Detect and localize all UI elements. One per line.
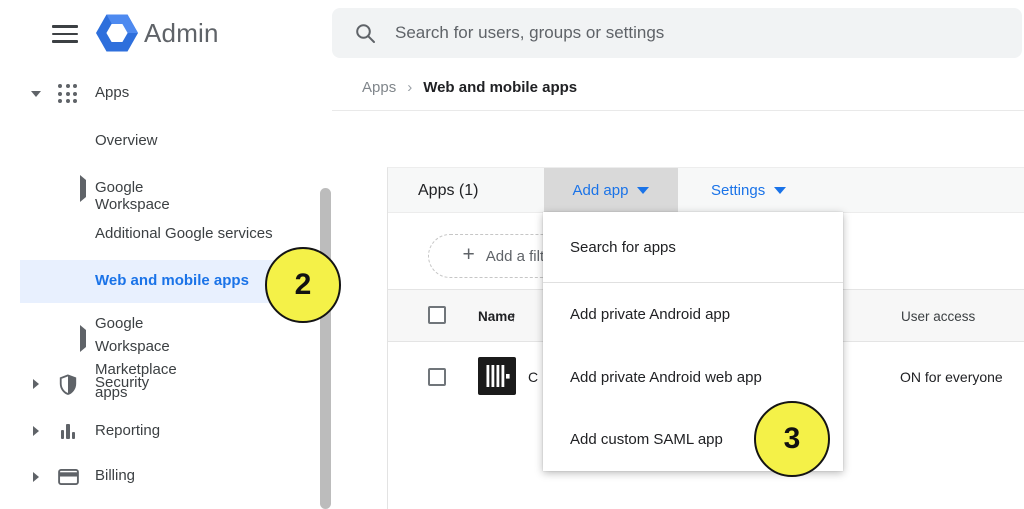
apps-grid-icon <box>56 84 80 104</box>
caret-right-icon[interactable] <box>30 426 42 436</box>
breadcrumb-current: Web and mobile apps <box>423 79 577 96</box>
menu-item-add-private-android-web-app[interactable]: Add private Android web app <box>543 346 843 409</box>
search-input[interactable] <box>395 23 955 43</box>
sidebar-item-additional-google-services[interactable]: Additional Google services <box>95 225 273 242</box>
apps-count-title: Apps (1) <box>418 168 478 213</box>
menu-item-add-private-android-app[interactable]: Add private Android app <box>543 283 843 346</box>
sidebar-item-overview[interactable]: Overview <box>95 132 158 149</box>
breadcrumb: Apps › Web and mobile apps <box>362 79 577 96</box>
global-search-bar[interactable] <box>332 8 1022 58</box>
user-access-value: ON for everyone <box>900 342 1003 412</box>
brand-name: Admin <box>144 18 219 49</box>
sidebar-item-label: Apps <box>95 84 129 101</box>
settings-label: Settings <box>711 182 765 199</box>
plus-icon: + <box>463 243 475 267</box>
admin-console-screen: Admin Apps Overview Google Workspace Add… <box>0 0 1024 509</box>
menu-item-search-for-apps[interactable]: Search for apps <box>543 212 843 283</box>
marketplace-label-line1: Google Workspace <box>95 315 170 355</box>
sidebar-scrollbar[interactable] <box>320 188 331 509</box>
breadcrumb-separator: › <box>407 79 412 96</box>
sort-ascending-icon[interactable]: ↑ <box>510 290 517 343</box>
caret-down-icon[interactable] <box>30 91 42 97</box>
caret-right-icon[interactable] <box>80 180 86 197</box>
caret-right-icon[interactable] <box>80 330 86 347</box>
settings-button[interactable]: Settings <box>701 168 796 213</box>
admin-logo-icon <box>96 13 138 58</box>
search-icon <box>355 23 376 44</box>
dropdown-caret-icon <box>637 187 649 194</box>
add-app-button[interactable]: Add app <box>544 168 678 213</box>
caret-right-icon[interactable] <box>30 472 42 482</box>
add-app-label: Add app <box>573 182 629 199</box>
breadcrumb-apps[interactable]: Apps <box>362 79 396 96</box>
sidebar-item-web-and-mobile-apps[interactable]: Web and mobile apps <box>95 272 249 289</box>
hamburger-menu-icon[interactable] <box>52 25 78 43</box>
breadcrumb-divider <box>332 110 1024 111</box>
dropdown-caret-icon <box>774 187 786 194</box>
app-logo-icon <box>478 357 516 400</box>
select-all-checkbox[interactable] <box>428 306 446 324</box>
column-header-user-access[interactable]: User access <box>901 290 975 343</box>
credit-card-icon <box>56 469 80 485</box>
row-checkbox[interactable] <box>428 368 446 386</box>
shield-icon <box>56 373 80 396</box>
annotation-step-2: 2 <box>265 247 341 323</box>
caret-right-icon[interactable] <box>30 379 42 389</box>
app-name[interactable]: C <box>528 342 538 412</box>
bar-chart-icon <box>56 424 80 439</box>
annotation-step-3: 3 <box>754 401 830 477</box>
